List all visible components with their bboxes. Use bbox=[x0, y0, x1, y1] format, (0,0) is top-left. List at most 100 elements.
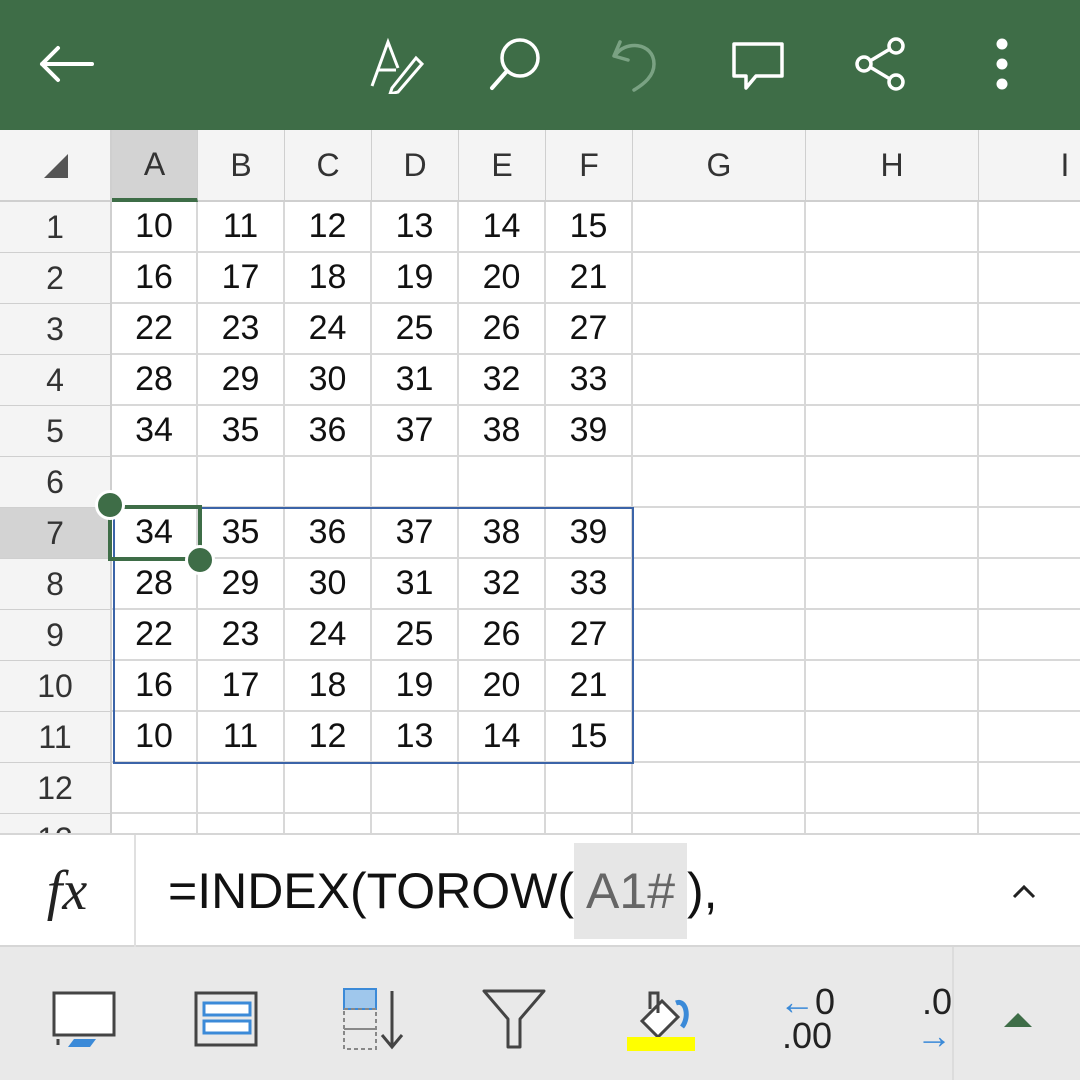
row-header-2[interactable]: 2 bbox=[0, 253, 112, 304]
cell-b4[interactable]: 29 bbox=[198, 355, 285, 406]
cell-a8[interactable]: 28 bbox=[112, 559, 198, 610]
column-header-g[interactable]: G bbox=[633, 130, 806, 202]
cell-c12[interactable] bbox=[285, 763, 372, 814]
row-header-5[interactable]: 5 bbox=[0, 406, 112, 457]
formula-bar[interactable]: fx =INDEX(TOROW(A1#), bbox=[0, 833, 1080, 947]
cell-d11[interactable]: 13 bbox=[372, 712, 459, 763]
cell-g8[interactable] bbox=[633, 559, 806, 610]
cell-e4[interactable]: 32 bbox=[459, 355, 546, 406]
cell-g3[interactable] bbox=[633, 304, 806, 355]
cell-c6[interactable] bbox=[285, 457, 372, 508]
cell-h9[interactable] bbox=[806, 610, 979, 661]
selection-handle-bottom-right[interactable] bbox=[185, 545, 215, 575]
cell-f9[interactable]: 27 bbox=[546, 610, 633, 661]
cell-g1[interactable] bbox=[633, 202, 806, 253]
row-header-7[interactable]: 7 bbox=[0, 508, 112, 559]
column-header-b[interactable]: B bbox=[198, 130, 285, 202]
cell-c13[interactable] bbox=[285, 814, 372, 833]
cell-a5[interactable]: 34 bbox=[112, 406, 198, 457]
cell-f8[interactable]: 33 bbox=[546, 559, 633, 610]
cell-a10[interactable]: 16 bbox=[112, 661, 198, 712]
cell-h3[interactable] bbox=[806, 304, 979, 355]
cell-f7[interactable]: 39 bbox=[546, 508, 633, 559]
select-all-corner[interactable] bbox=[0, 130, 112, 202]
row-header-3[interactable]: 3 bbox=[0, 304, 112, 355]
cell-i1[interactable] bbox=[979, 202, 1080, 253]
cell-c4[interactable]: 30 bbox=[285, 355, 372, 406]
row-header-9[interactable]: 9 bbox=[0, 610, 112, 661]
row-header-4[interactable]: 4 bbox=[0, 355, 112, 406]
cell-h1[interactable] bbox=[806, 202, 979, 253]
cell-f4[interactable]: 33 bbox=[546, 355, 633, 406]
sort-icon[interactable] bbox=[336, 983, 408, 1055]
cell-f5[interactable]: 39 bbox=[546, 406, 633, 457]
cell-c11[interactable]: 12 bbox=[285, 712, 372, 763]
cell-i5[interactable] bbox=[979, 406, 1080, 457]
cell-f13[interactable] bbox=[546, 814, 633, 833]
cell-e6[interactable] bbox=[459, 457, 546, 508]
cell-b5[interactable]: 35 bbox=[198, 406, 285, 457]
fx-label[interactable]: fx bbox=[0, 835, 136, 947]
increase-decimal-icon[interactable]: .0 → bbox=[900, 983, 952, 1055]
cell-c5[interactable]: 36 bbox=[285, 406, 372, 457]
column-header-i[interactable]: I bbox=[979, 130, 1080, 202]
cell-i2[interactable] bbox=[979, 253, 1080, 304]
cell-h12[interactable] bbox=[806, 763, 979, 814]
cell-e13[interactable] bbox=[459, 814, 546, 833]
cell-c10[interactable]: 18 bbox=[285, 661, 372, 712]
comment-icon[interactable] bbox=[722, 28, 794, 100]
cell-g2[interactable] bbox=[633, 253, 806, 304]
cell-a4[interactable]: 28 bbox=[112, 355, 198, 406]
cell-e5[interactable]: 38 bbox=[459, 406, 546, 457]
cell-b6[interactable] bbox=[198, 457, 285, 508]
cell-f6[interactable] bbox=[546, 457, 633, 508]
cell-i9[interactable] bbox=[979, 610, 1080, 661]
cell-a1[interactable]: 10 bbox=[112, 202, 198, 253]
cell-c3[interactable]: 24 bbox=[285, 304, 372, 355]
cell-a2[interactable]: 16 bbox=[112, 253, 198, 304]
cell-h2[interactable] bbox=[806, 253, 979, 304]
cell-h10[interactable] bbox=[806, 661, 979, 712]
row-header-12[interactable]: 12 bbox=[0, 763, 112, 814]
row-header-11[interactable]: 11 bbox=[0, 712, 112, 763]
cell-i13[interactable] bbox=[979, 814, 1080, 833]
more-vertical-icon[interactable] bbox=[966, 28, 1038, 100]
cell-a12[interactable] bbox=[112, 763, 198, 814]
column-header-a[interactable]: A bbox=[112, 130, 198, 202]
cell-c7[interactable]: 36 bbox=[285, 508, 372, 559]
cell-i7[interactable] bbox=[979, 508, 1080, 559]
search-icon[interactable] bbox=[480, 28, 552, 100]
cell-g5[interactable] bbox=[633, 406, 806, 457]
cell-d4[interactable]: 31 bbox=[372, 355, 459, 406]
cell-c2[interactable]: 18 bbox=[285, 253, 372, 304]
cell-e9[interactable]: 26 bbox=[459, 610, 546, 661]
cell-e7[interactable]: 38 bbox=[459, 508, 546, 559]
cell-d2[interactable]: 19 bbox=[372, 253, 459, 304]
cell-h7[interactable] bbox=[806, 508, 979, 559]
cell-e8[interactable]: 32 bbox=[459, 559, 546, 610]
cell-a13[interactable] bbox=[112, 814, 198, 833]
expand-up-icon[interactable] bbox=[990, 983, 1046, 1055]
cell-c1[interactable]: 12 bbox=[285, 202, 372, 253]
cell-b11[interactable]: 11 bbox=[198, 712, 285, 763]
cell-b3[interactable]: 23 bbox=[198, 304, 285, 355]
expand-formula-icon[interactable] bbox=[1004, 871, 1044, 911]
cell-e3[interactable]: 26 bbox=[459, 304, 546, 355]
cell-b12[interactable] bbox=[198, 763, 285, 814]
cell-g12[interactable] bbox=[633, 763, 806, 814]
cell-h13[interactable] bbox=[806, 814, 979, 833]
spreadsheet-grid[interactable]: A B C D E F G H I 1 10 11 12 13 14 15 2 16 17 18 19 20 21 3 22 23… bbox=[0, 130, 1080, 833]
cell-e11[interactable]: 14 bbox=[459, 712, 546, 763]
column-header-c[interactable]: C bbox=[285, 130, 372, 202]
back-arrow-icon[interactable] bbox=[30, 28, 102, 100]
column-header-e[interactable]: E bbox=[459, 130, 546, 202]
cell-h5[interactable] bbox=[806, 406, 979, 457]
cell-b2[interactable]: 17 bbox=[198, 253, 285, 304]
cell-d6[interactable] bbox=[372, 457, 459, 508]
cell-a6[interactable] bbox=[112, 457, 198, 508]
cell-g9[interactable] bbox=[633, 610, 806, 661]
filter-icon[interactable] bbox=[478, 983, 550, 1055]
cell-f3[interactable]: 27 bbox=[546, 304, 633, 355]
insert-cell-icon[interactable] bbox=[48, 983, 120, 1055]
cell-a9[interactable]: 22 bbox=[112, 610, 198, 661]
